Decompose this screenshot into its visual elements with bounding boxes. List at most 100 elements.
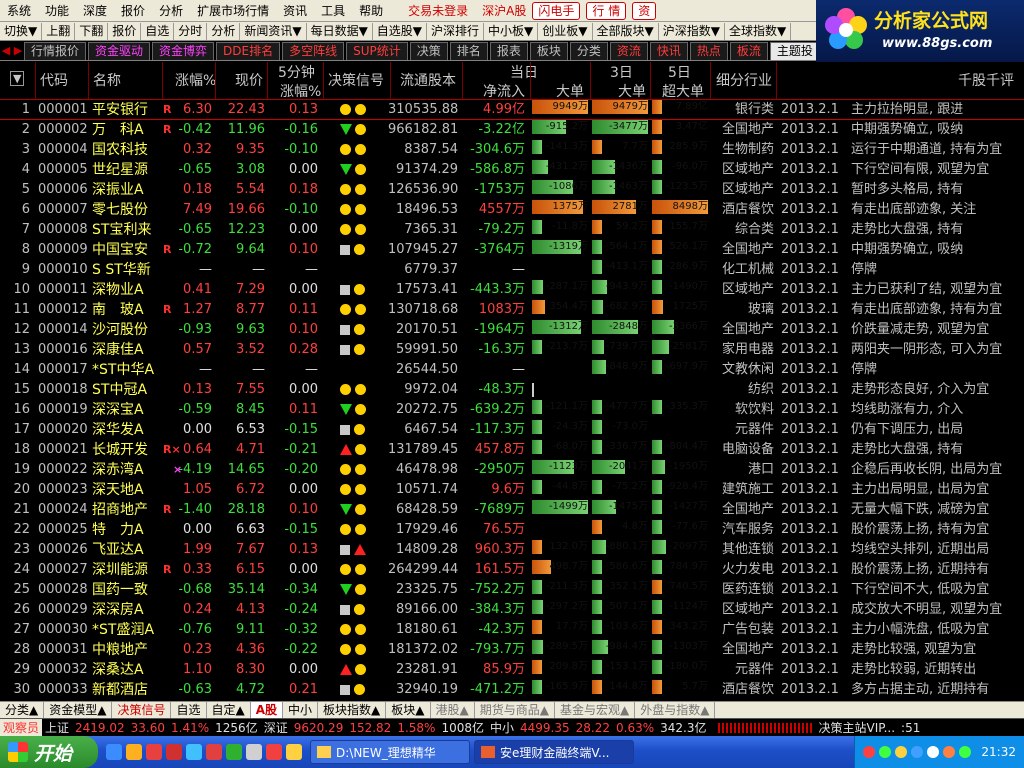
tab-scroll-right-icon[interactable]: ▶	[12, 42, 24, 60]
toolbar-button[interactable]: 全球指数▼	[725, 22, 792, 40]
table-row[interactable]: 8 000009 中国宝安 R -0.72 9.64 0.10 107945.27 -3764万…	[0, 240, 1024, 260]
table-row[interactable]: 1 000001 平安银行 R 6.30 22.43 0.13 310535.88 4.99亿 9…	[0, 100, 1024, 120]
menu-item[interactable]: 帮助	[352, 0, 390, 22]
table-row[interactable]: 26 000029 深深房A 0.24 4.13 -0.24 89166.00 -384.3万…	[0, 600, 1024, 620]
col-pct[interactable]: 涨幅%	[175, 70, 216, 90]
table-row[interactable]: 27 000030 *ST盛润A -0.76 9.11 -0.32 18180.61 -42.…	[0, 620, 1024, 640]
bottom-tab[interactable]: 决策信号	[112, 702, 172, 718]
bottom-tab[interactable]: 自定▲	[207, 702, 251, 718]
table-row[interactable]: 7 000008 ST宝利来 -0.65 12.23 0.00 7365.31 -79.2万 -…	[0, 220, 1024, 240]
tab-scroll-left-icon[interactable]: ◀	[0, 42, 12, 60]
table-row[interactable]: 17 000020 深华发A 0.00 6.53 -0.15 6467.54 -117.3万 -…	[0, 420, 1024, 440]
table-row[interactable]: 4 000005 世纪星源 -0.65 3.08 0.00 91374.29 -586.8万 -…	[0, 160, 1024, 180]
toolbar-button[interactable]: 沪深指数▼	[659, 22, 725, 40]
bottom-tab[interactable]: 板块▲	[386, 702, 431, 718]
server-name[interactable]: 决策主站VIP...	[818, 719, 895, 736]
table-row[interactable]: 5 000006 深振业A 0.18 5.54 0.18 126536.90 -1753万 -1…	[0, 180, 1024, 200]
table-row[interactable]: 2 000002 万 科A R -0.42 11.96 -0.16 966182.81 -3.2…	[0, 120, 1024, 140]
task-terminal[interactable]: 安e理财金融终端V...	[474, 740, 634, 764]
col-big-order[interactable]: 大单	[556, 81, 584, 101]
bottom-tab[interactable]: 外盘与指数▲	[635, 702, 716, 718]
tab[interactable]: 决策	[409, 42, 448, 60]
table-row[interactable]: 9 000010 S ST华新 — — — 6779.37 — -413.1万 -286.9万 化工…	[0, 260, 1024, 280]
table-row[interactable]: 11 000012 南 玻A R 1.27 8.77 0.11 130718.68 1083万 3…	[0, 300, 1024, 320]
col-comment[interactable]: 千股千评	[958, 70, 1014, 90]
tray-icon[interactable]	[895, 746, 908, 758]
tray-icon[interactable]	[959, 746, 972, 758]
toolbar-button[interactable]: 上翻	[42, 22, 76, 40]
tab[interactable]: DDE排名	[216, 42, 281, 60]
table-row[interactable]: 16 000019 深深宝A -0.59 8.45 0.11 20272.75 -639.2万…	[0, 400, 1024, 420]
column-menu-icon[interactable]: ▼	[10, 71, 25, 86]
tab[interactable]: 热点	[689, 42, 728, 60]
tab[interactable]: 报表	[489, 42, 528, 60]
col-industry[interactable]: 细分行业	[716, 70, 772, 90]
tab[interactable]: 主题投	[769, 42, 820, 60]
toolbar-button[interactable]: 新闻资讯▼	[240, 22, 307, 40]
table-row[interactable]: 15 000018 ST中冠A 0.13 7.55 0.00 9972.04 -48.3万 纺织…	[0, 380, 1024, 400]
col-code[interactable]: 代码	[40, 70, 68, 90]
toolbar-button[interactable]: 中小板▼	[484, 22, 539, 40]
tab[interactable]: 资流	[609, 42, 648, 60]
app-icon[interactable]	[166, 744, 182, 760]
ie-icon[interactable]	[106, 744, 122, 760]
toolbar-button[interactable]: 自选	[141, 22, 175, 40]
tab[interactable]: 板块	[529, 42, 568, 60]
task-explorer[interactable]: D:\NEW_理想精华	[310, 740, 470, 764]
bottom-tab[interactable]: 分类▲	[0, 702, 45, 718]
table-row[interactable]: 12 000014 沙河股份 -0.93 9.63 0.10 20170.51 -1964万 -…	[0, 320, 1024, 340]
table-row[interactable]: 21 000024 招商地产 R -1.40 28.18 0.10 68428.59 -7689…	[0, 500, 1024, 520]
toolbar-button[interactable]: 全部版块▼	[593, 22, 659, 40]
table-row[interactable]: 25 000028 国药一致 -0.68 35.14 -0.34 23325.75 -752.…	[0, 580, 1024, 600]
menu-item[interactable]: 扩展市场行情	[190, 0, 276, 22]
col-name[interactable]: 名称	[93, 70, 121, 90]
col-inflow[interactable]: 净流入	[483, 81, 525, 101]
bottom-tab[interactable]: 板块指数▲	[318, 702, 387, 718]
tray-icon[interactable]	[863, 746, 876, 758]
tab[interactable]: 快讯	[649, 42, 688, 60]
tab[interactable]: 板流	[729, 42, 768, 60]
bottom-tab[interactable]: 自选	[171, 702, 207, 718]
app-icon[interactable]	[206, 744, 222, 760]
table-row[interactable]: 10 000011 深物业A 0.41 7.29 0.00 17573.41 -443.3万 -…	[0, 280, 1024, 300]
toolbar-button[interactable]: 分析	[207, 22, 241, 40]
app-icon[interactable]	[146, 744, 162, 760]
table-row[interactable]: 28 000031 中粮地产 0.23 4.36 -0.22 181372.02 -793.7…	[0, 640, 1024, 660]
toolbar-button[interactable]: 沪深排行	[427, 22, 485, 40]
tray-icon[interactable]	[911, 746, 924, 758]
tab[interactable]: 资金驱动	[88, 42, 151, 60]
toolbar-button[interactable]: 切换▼	[0, 22, 43, 40]
menu-item[interactable]: 系统	[0, 0, 38, 22]
tab[interactable]: 多空阵线	[282, 42, 345, 60]
table-row[interactable]: 23 000026 飞亚达A 1.99 7.67 0.13 14809.28 960.3万 13…	[0, 540, 1024, 560]
col-5day-super[interactable]: 超大单	[662, 81, 704, 101]
table-row[interactable]: 29 000032 深桑达A 1.10 8.30 0.00 23281.91 85.9万 209…	[0, 660, 1024, 680]
table-row[interactable]: 22 000025 特 力A 0.00 6.63 -0.15 17929.46 76.5万 4.…	[0, 520, 1024, 540]
toolbar-button[interactable]: 每日数据▼	[307, 22, 373, 40]
toolbar-button[interactable]: 创业板▼	[538, 22, 593, 40]
table-row[interactable]: 13 000016 深康佳A 0.57 3.52 0.28 59991.50 -16.3万 -2…	[0, 340, 1024, 360]
tab[interactable]: SUP统计	[346, 42, 408, 60]
col-3day-big[interactable]: 大单	[618, 81, 646, 101]
folder-icon[interactable]	[126, 744, 142, 760]
col-m5-bottom[interactable]: 涨幅%	[280, 81, 321, 101]
tray-icon[interactable]	[927, 746, 940, 758]
col-float-shares[interactable]: 流通股本	[400, 70, 456, 90]
bottom-tab[interactable]: 基金与宏观▲	[555, 702, 636, 718]
app-icon[interactable]	[246, 744, 262, 760]
bottom-tab[interactable]: 资金模型▲	[44, 702, 113, 718]
quick-button[interactable]: 行 情	[586, 1, 627, 20]
tab[interactable]: 资金博弈	[152, 42, 215, 60]
bottom-tab[interactable]: 港股▲	[431, 702, 475, 718]
quick-button[interactable]: 资	[632, 1, 657, 20]
col-signal[interactable]: 决策信号	[328, 70, 384, 90]
toolbar-button[interactable]: 报价	[108, 22, 142, 40]
table-row[interactable]: 24 000027 深圳能源 R 0.33 6.15 0.00 264299.44 161.5万…	[0, 560, 1024, 580]
bottom-tab[interactable]: 中小	[283, 702, 319, 718]
table-row[interactable]: 14 000017 *ST中华A — — — 26544.50 — -848.9万 -697.9万…	[0, 360, 1024, 380]
app-icon[interactable]	[186, 744, 202, 760]
tray-icon[interactable]	[879, 746, 892, 758]
start-button[interactable]: 开始	[0, 736, 98, 768]
app-icon[interactable]	[286, 744, 302, 760]
menu-item[interactable]: 功能	[38, 0, 76, 22]
